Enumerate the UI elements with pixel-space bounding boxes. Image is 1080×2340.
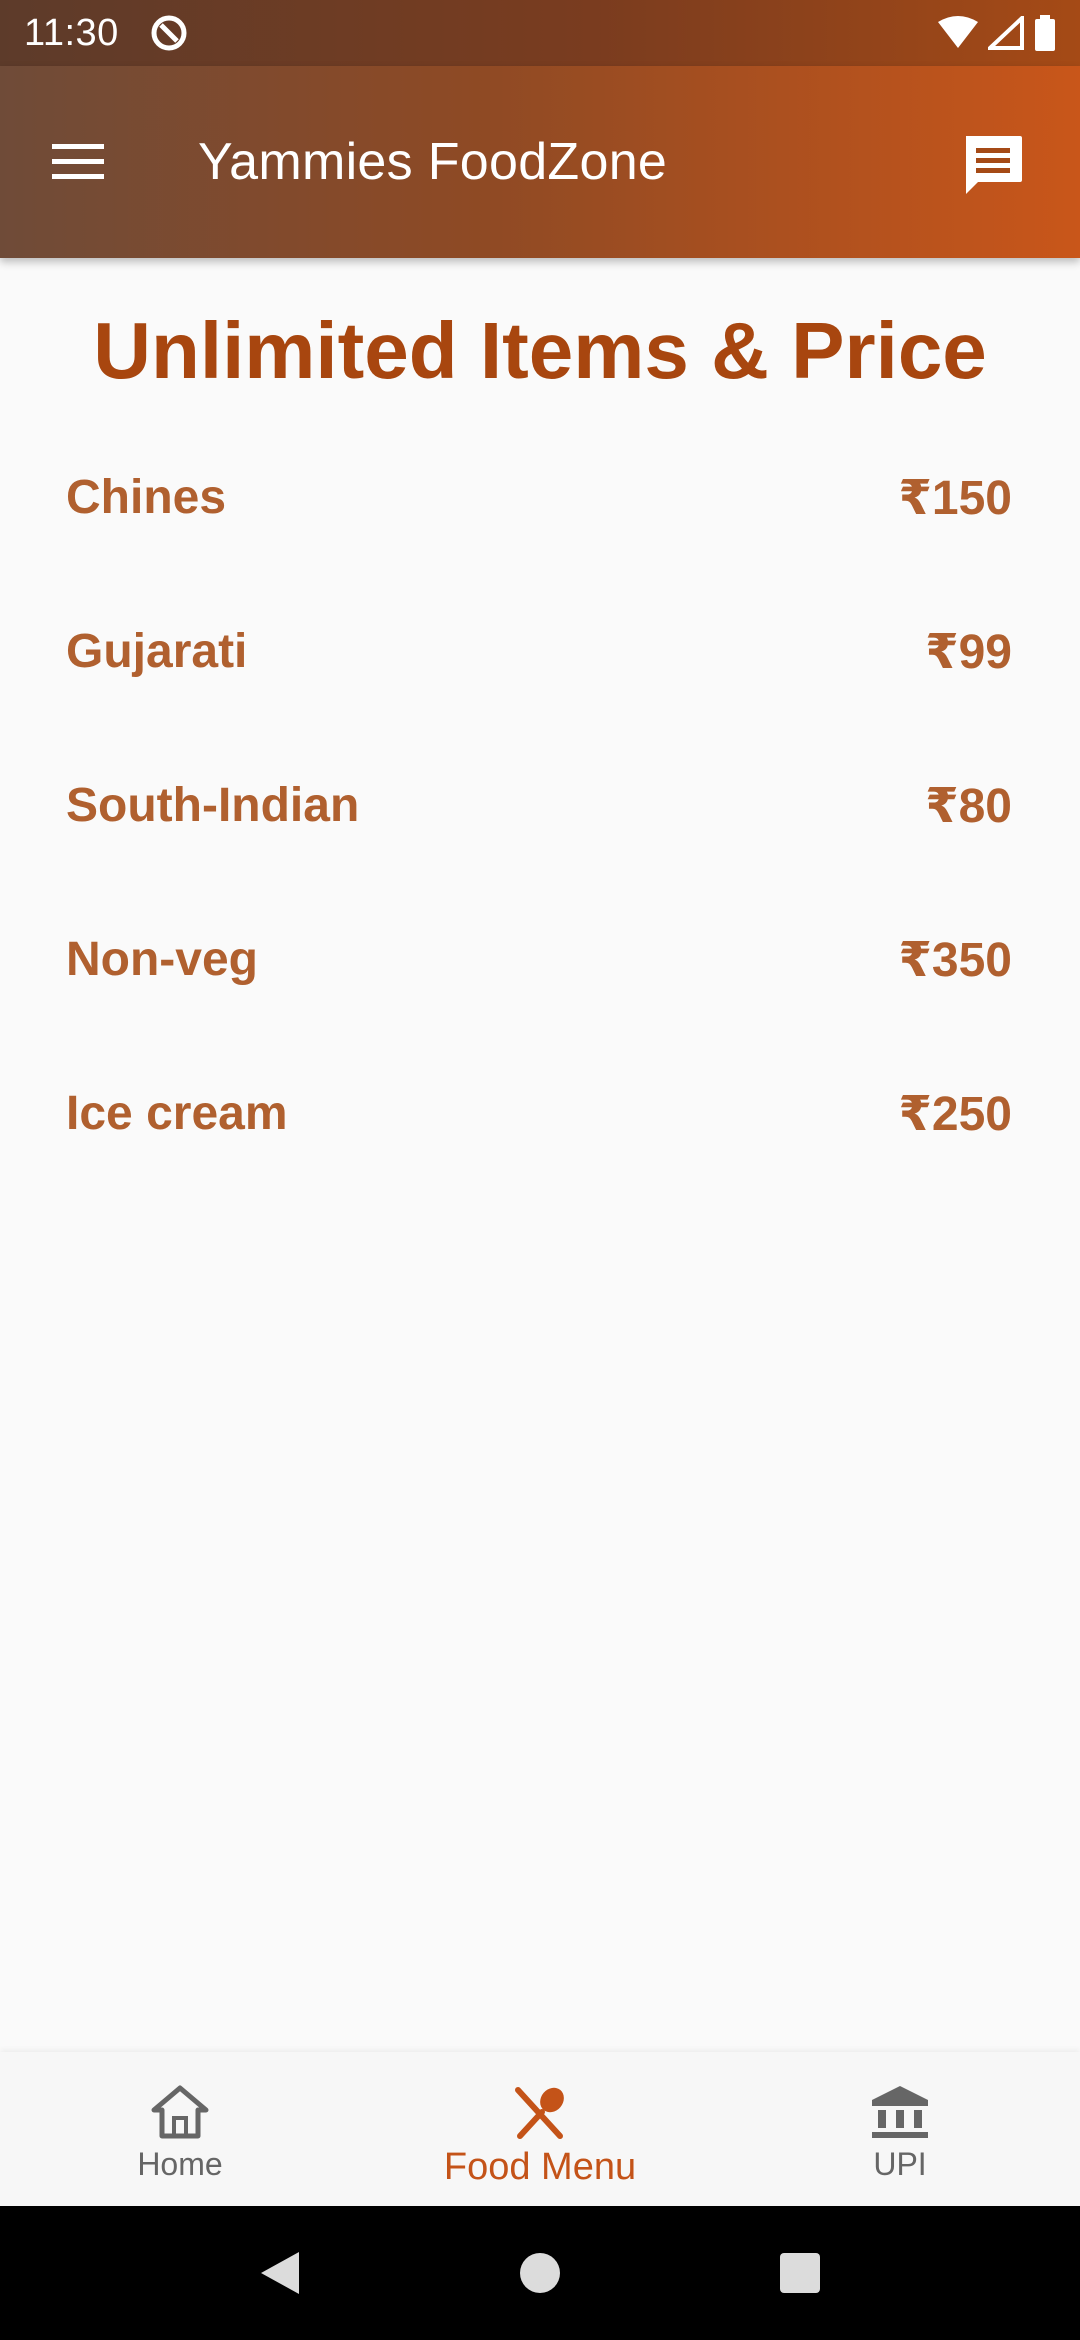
recents-square-icon [780,2253,820,2293]
item-name: Ice cream [66,1087,288,1140]
nav-label-food-menu: Food Menu [443,2146,637,2188]
nav-item-upi[interactable]: UPI [720,2052,1080,2206]
home-button[interactable] [510,2243,570,2303]
list-item: South-Indian ₹80 [66,778,1012,932]
back-button[interactable] [250,2243,310,2303]
page-heading: Unlimited Items & Price [93,306,987,395]
item-price: ₹250 [898,1088,1012,1141]
item-name: South-Indian [66,779,360,832]
app-title: Yammies FoodZone [198,133,668,191]
nav-label-home: Home [137,2146,223,2182]
nav-item-food-menu[interactable]: Food Menu [360,2052,720,2206]
status-icons [938,15,1056,51]
list-item: Ice cream ₹250 [66,1086,1012,1240]
nav-label-upi: UPI [873,2146,927,2182]
item-price: ₹80 [925,780,1012,833]
wifi-icon [938,16,978,48]
item-price: ₹150 [898,472,1012,525]
item-name: Chines [66,471,227,524]
message-icon[interactable] [958,130,1028,200]
bottom-navigation: Home Food Menu UPI [0,2052,1080,2206]
app-notification-icon [151,15,187,51]
home-icon [151,2085,209,2139]
menu-list: Chines ₹150 Gujarati ₹99 South-Indian ₹8… [66,470,1012,1240]
list-item: Chines ₹150 [66,470,1012,624]
item-price: ₹99 [925,626,1012,679]
back-triangle-icon [261,2252,299,2294]
signal-icon [988,16,1024,50]
app-bar: Yammies FoodZone [0,66,1080,258]
list-item: Gujarati ₹99 [66,624,1012,778]
status-bar: 11:30 [0,0,1080,66]
status-time: 11:30 [24,11,119,54]
item-price: ₹350 [898,934,1012,987]
nav-item-home[interactable]: Home [0,2052,360,2206]
battery-icon [1035,15,1055,51]
fork-spoon-icon [515,2087,564,2139]
home-circle-icon [520,2253,560,2293]
hamburger-menu-icon[interactable] [46,138,110,186]
list-item: Non-veg ₹350 [66,932,1012,1086]
recents-button[interactable] [770,2243,830,2303]
system-navigation-bar [0,2206,1080,2340]
bank-icon [872,2086,928,2138]
item-name: Gujarati [66,625,248,678]
item-name: Non-veg [66,933,258,986]
